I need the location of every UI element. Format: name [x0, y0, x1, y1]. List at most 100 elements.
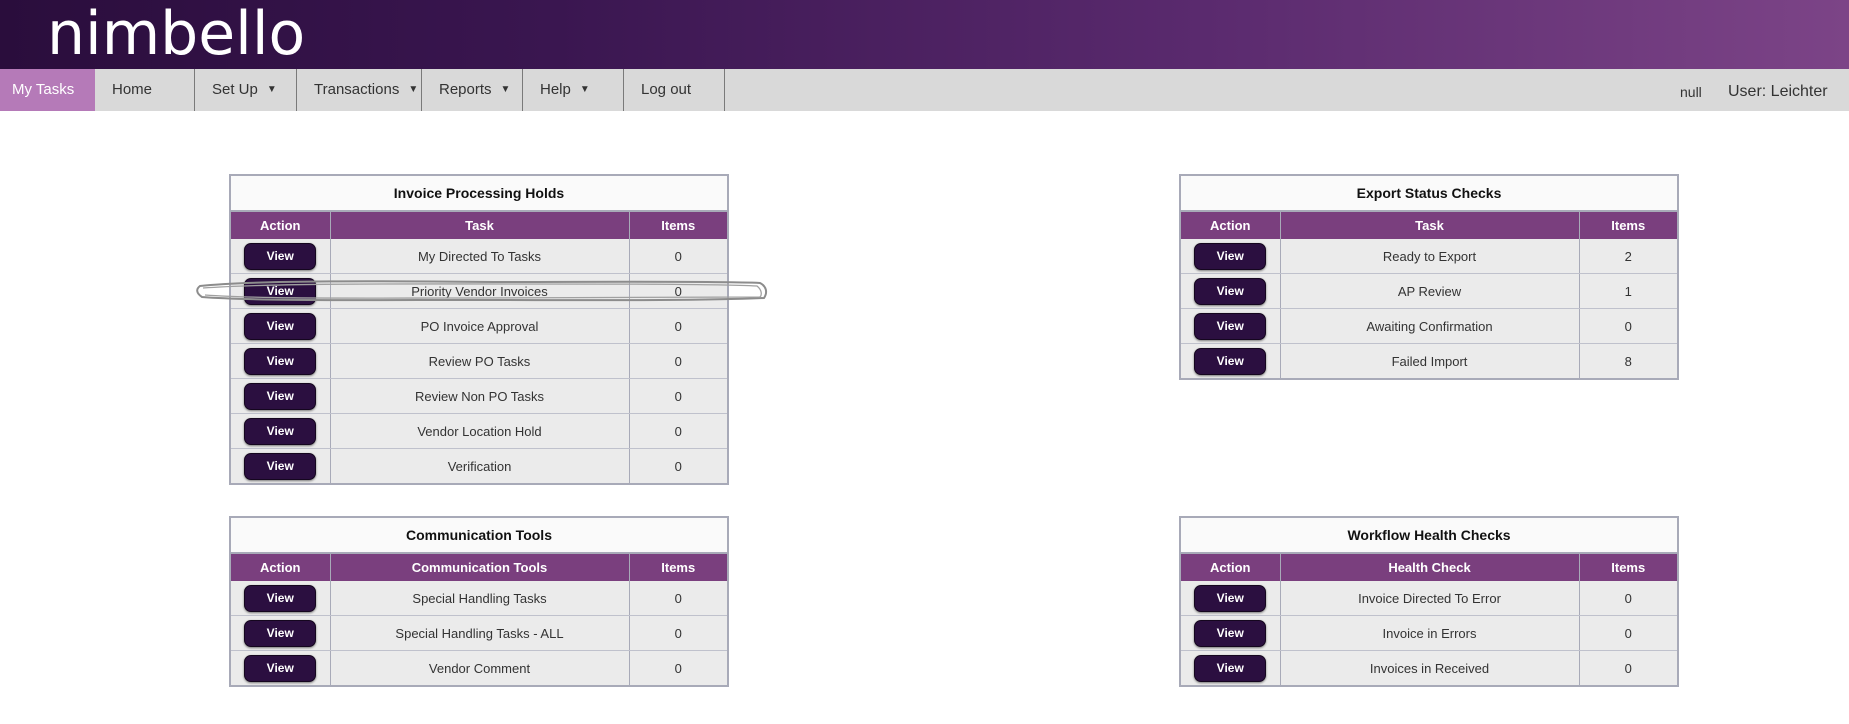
view-button[interactable]: View [244, 277, 317, 305]
view-button[interactable]: View [244, 452, 317, 480]
view-button[interactable]: View [244, 242, 317, 270]
task-cell: Verification [330, 448, 630, 483]
user-label: User: Leichter [1728, 83, 1828, 100]
nav-help[interactable]: Help ▼ [523, 69, 624, 111]
action-cell: View [1181, 581, 1281, 616]
view-button[interactable]: View [1194, 347, 1267, 375]
table-row: View Failed Import 8 [1181, 343, 1677, 378]
table-header-row: Action Health Check Items [1181, 554, 1677, 581]
task-cell: Invoice in Errors [1280, 615, 1580, 651]
table-row: View Ready to Export 2 [1181, 239, 1677, 274]
panel-title: Invoice Processing Holds [231, 176, 727, 212]
action-cell: View [231, 448, 331, 483]
invoice-processing-holds-panel: Invoice Processing Holds Action Task Ite… [229, 174, 729, 485]
panel-title: Export Status Checks [1181, 176, 1677, 212]
view-button[interactable]: View [244, 312, 317, 340]
table-row: View Invoice Directed To Error 0 [1181, 581, 1677, 616]
view-button[interactable]: View [244, 347, 317, 375]
nav-label: Transactions [314, 81, 400, 98]
column-header-action: Action [231, 554, 331, 581]
view-button[interactable]: View [1194, 619, 1267, 647]
task-cell: Special Handling Tasks [330, 581, 630, 616]
action-cell: View [1181, 615, 1281, 651]
status-text: null [1680, 84, 1702, 100]
items-cell: 2 [1579, 239, 1677, 274]
task-cell: Review PO Tasks [330, 343, 630, 379]
table-header-row: Action Communication Tools Items [231, 554, 727, 581]
action-cell: View [1181, 273, 1281, 309]
table-row: View Review PO Tasks 0 [231, 343, 727, 379]
header-banner: nimbello [0, 0, 1849, 69]
task-cell: Awaiting Confirmation [1280, 308, 1580, 344]
action-cell: View [231, 615, 331, 651]
table-row: View Vendor Location Hold 0 [231, 413, 727, 449]
chevron-down-icon: ▼ [500, 84, 511, 95]
column-header-items: Items [1579, 554, 1677, 581]
view-button[interactable]: View [244, 584, 317, 612]
task-cell: My Directed To Tasks [330, 239, 630, 274]
workflow-health-table: Action Health Check Items View Invoice D… [1181, 554, 1677, 685]
table-row: View Invoice in Errors 0 [1181, 615, 1677, 651]
nav-label: My Tasks [12, 81, 75, 98]
table-row: View Awaiting Confirmation 0 [1181, 308, 1677, 344]
invoice-holds-table: Action Task Items View My Directed To Ta… [231, 212, 727, 483]
nav-log-out[interactable]: Log out [624, 69, 725, 111]
nav-label: Log out [641, 81, 692, 98]
table-row: View Review Non PO Tasks 0 [231, 378, 727, 414]
chevron-down-icon: ▼ [579, 84, 590, 95]
column-header-task: Communication Tools [330, 554, 630, 581]
main-navbar: My Tasks Home Set Up ▼ Transactions ▼ Repo… [0, 69, 1849, 111]
action-cell: View [231, 650, 331, 685]
items-cell: 0 [629, 615, 727, 651]
action-cell: View [231, 413, 331, 449]
view-button[interactable]: View [1194, 584, 1267, 612]
nav-home[interactable]: Home [95, 69, 195, 111]
column-header-action: Action [1181, 212, 1281, 239]
task-cell: Priority Vendor Invoices [330, 273, 630, 309]
nav-transactions[interactable]: Transactions ▼ [297, 69, 422, 111]
nav-my-tasks[interactable]: My Tasks [0, 69, 95, 111]
items-cell: 0 [629, 378, 727, 414]
nav-set-up[interactable]: Set Up ▼ [195, 69, 297, 111]
items-cell: 0 [1579, 581, 1677, 616]
action-cell: View [231, 239, 331, 274]
panel-title: Workflow Health Checks [1181, 518, 1677, 554]
table-header-row: Action Task Items [1181, 212, 1677, 239]
items-cell: 0 [629, 239, 727, 274]
table-row: View Vendor Comment 0 [231, 650, 727, 685]
table-row: View Special Handling Tasks - ALL 0 [231, 615, 727, 651]
view-button[interactable]: View [244, 417, 317, 445]
items-cell: 0 [629, 650, 727, 685]
chevron-down-icon: ▼ [266, 84, 277, 95]
items-cell: 0 [1579, 615, 1677, 651]
workflow-health-checks-panel: Workflow Health Checks Action Health Che… [1179, 516, 1679, 687]
items-cell: 0 [629, 448, 727, 483]
column-header-action: Action [1181, 554, 1281, 581]
view-button[interactable]: View [244, 619, 317, 647]
nav-label: Help [540, 81, 571, 98]
task-cell: Special Handling Tasks - ALL [330, 615, 630, 651]
view-button[interactable]: View [1194, 654, 1267, 682]
table-row: View Special Handling Tasks 0 [231, 581, 727, 616]
view-button[interactable]: View [244, 654, 317, 682]
view-button[interactable]: View [1194, 242, 1267, 270]
view-button[interactable]: View [244, 382, 317, 410]
task-cell: Ready to Export [1280, 239, 1580, 274]
nimbello-logo: nimbello [47, 0, 306, 69]
action-cell: View [1181, 343, 1281, 378]
view-button[interactable]: View [1194, 312, 1267, 340]
column-header-items: Items [1579, 212, 1677, 239]
items-cell: 0 [1579, 308, 1677, 344]
column-header-health-check: Health Check [1280, 554, 1580, 581]
view-button[interactable]: View [1194, 277, 1267, 305]
table-row: View Invoices in Received 0 [1181, 650, 1677, 685]
nav-reports[interactable]: Reports ▼ [422, 69, 523, 111]
task-cell: Invoice Directed To Error [1280, 581, 1580, 616]
task-cell: AP Review [1280, 273, 1580, 309]
task-cell: Failed Import [1280, 343, 1580, 378]
items-cell: 0 [629, 581, 727, 616]
action-cell: View [231, 378, 331, 414]
table-row: View PO Invoice Approval 0 [231, 308, 727, 344]
chevron-down-icon: ▼ [408, 84, 419, 95]
items-cell: 0 [629, 343, 727, 379]
